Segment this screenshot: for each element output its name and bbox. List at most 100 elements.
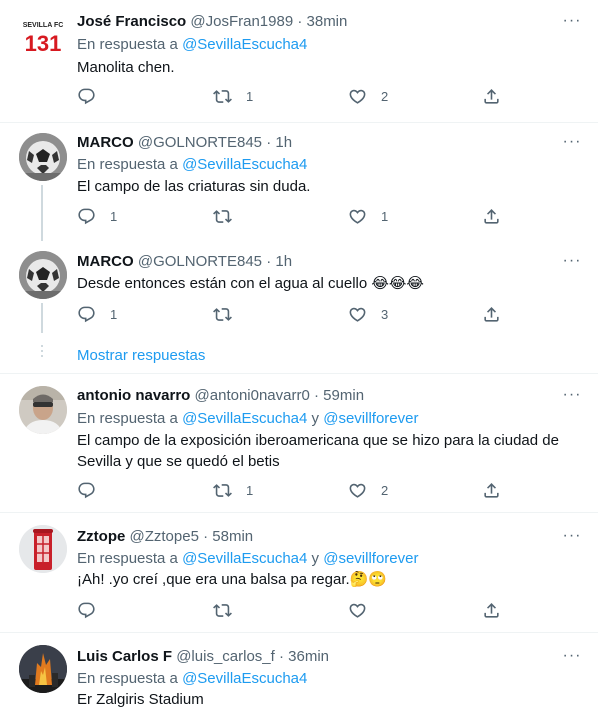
retweet-icon [213, 604, 232, 617]
reply-prefix: En respuesta a [77, 670, 178, 687]
tweet-emoji: 🤔🙄 [349, 571, 388, 588]
more-options-button[interactable]: ··· [560, 13, 584, 34]
avatar-red-phone-booth-photo[interactable] [19, 525, 67, 573]
sevilla-fc-logo-icon: SEVILLA FC 131 [23, 22, 64, 56]
tweet-text: El campo de las criaturas sin duda. [77, 178, 311, 195]
tweet-time[interactable]: · 1h [266, 134, 292, 151]
more-options-button[interactable]: ··· [560, 528, 584, 549]
reply-context: En respuesta a @SevillaEscucha4 [77, 155, 307, 175]
mention-link[interactable]: @SevillaEscucha4 [182, 156, 307, 173]
tweet-time[interactable]: · 59min [314, 387, 364, 404]
author-handle[interactable]: @GOLNORTE845 [138, 134, 262, 151]
avatar-burning-building-photo[interactable] [19, 645, 67, 693]
reply-and: y [311, 550, 320, 567]
tweet-header: José Francisco @JosFran1989 · 38min [77, 12, 347, 32]
author-name[interactable]: José Francisco [77, 13, 186, 30]
retweet-button[interactable]: 1 [213, 87, 253, 106]
tweet-emoji: 😂😂😂 [371, 275, 424, 292]
tweet-1[interactable]: SEVILLA FC 131 José Francisco @JosFran19… [0, 0, 598, 122]
mention-link[interactable]: @sevillforever [323, 410, 418, 427]
reply-and: y [311, 410, 320, 427]
retweet-button[interactable] [213, 601, 246, 620]
tweet-text-body: Desde entonces están con el agua al cuel… [77, 275, 368, 292]
mention-link[interactable]: @SevillaEscucha4 [182, 550, 307, 567]
more-options-button[interactable]: ··· [560, 648, 584, 669]
like-button[interactable]: 1 [348, 207, 388, 226]
reply-context: En respuesta a @SevillaEscucha4 y @sevil… [77, 409, 418, 429]
author-handle[interactable]: @Zztope5 [130, 528, 199, 545]
reply-button[interactable]: 1 [77, 305, 117, 324]
tweet-2[interactable]: MARCO @GOLNORTE845 · 1h ··· En respuesta… [0, 123, 598, 241]
retweet-button[interactable] [213, 207, 246, 226]
tweet-5[interactable]: Zztope @Zztope5 · 58min ··· En respuesta… [0, 513, 598, 631]
mention-link[interactable]: @SevillaEscucha4 [182, 670, 307, 687]
tweet-4[interactable]: antonio navarro @antoni0navarr0 · 59min … [0, 374, 598, 512]
tweet-header: Luis Carlos F @luis_carlos_f · 36min [77, 647, 329, 667]
avatar-man-portrait-photo[interactable] [19, 386, 67, 434]
author-handle[interactable]: @antoni0navarr0 [195, 387, 310, 404]
share-button[interactable] [482, 207, 501, 226]
reply-button[interactable]: 1 [77, 207, 117, 226]
burning-building-icon [19, 645, 67, 693]
more-options-button[interactable]: ··· [560, 387, 584, 408]
tweet-time[interactable]: · 58min [203, 528, 253, 545]
tweet-header: MARCO @GOLNORTE845 · 1h [77, 133, 292, 153]
show-replies-link[interactable]: Mostrar respuestas [77, 347, 205, 364]
reply-prefix: En respuesta a [77, 550, 178, 567]
reply-icon [78, 482, 95, 499]
like-button[interactable]: 2 [348, 481, 388, 500]
author-name[interactable]: Luis Carlos F [77, 648, 172, 665]
author-name[interactable]: MARCO [77, 134, 134, 151]
heart-icon [349, 307, 366, 322]
share-icon [484, 483, 499, 498]
retweet-count: 1 [246, 483, 254, 498]
share-button[interactable] [482, 87, 501, 106]
retweet-icon [213, 484, 232, 497]
reply-prefix: En respuesta a [77, 36, 178, 53]
author-handle[interactable]: @GOLNORTE845 [138, 253, 262, 270]
author-handle[interactable]: @luis_carlos_f [176, 648, 275, 665]
tweet-text: Manolita chen. [77, 59, 175, 76]
reply-count: 1 [110, 209, 118, 224]
author-name[interactable]: antonio navarro [77, 387, 190, 404]
reply-button[interactable] [77, 601, 110, 620]
man-portrait-icon [19, 386, 67, 434]
like-button[interactable]: 2 [348, 87, 388, 106]
tweet-time[interactable]: · 38min [297, 13, 347, 30]
tweet-text: ¡Ah! .yo creí ,que era una balsa pa rega… [77, 569, 557, 590]
author-name[interactable]: Zztope [77, 528, 125, 545]
more-options-button[interactable]: ··· [560, 253, 584, 274]
share-button[interactable] [482, 305, 501, 324]
retweet-icon [213, 308, 232, 321]
author-name[interactable]: MARCO [77, 253, 134, 270]
mention-link[interactable]: @SevillaEscucha4 [182, 410, 307, 427]
like-button[interactable] [348, 601, 381, 620]
avatar-football-ball-photo[interactable] [19, 251, 67, 299]
tweet-3[interactable]: MARCO @GOLNORTE845 · 1h ··· Desde entonc… [0, 241, 598, 333]
share-icon [484, 307, 499, 322]
share-button[interactable] [482, 601, 501, 620]
reply-button[interactable] [77, 481, 110, 500]
mention-link[interactable]: @sevillforever [323, 550, 418, 567]
tweet-header: antonio navarro @antoni0navarr0 · 59min [77, 386, 364, 406]
thread-line [41, 185, 43, 241]
retweet-icon [213, 90, 232, 103]
retweet-button[interactable]: 1 [213, 481, 253, 500]
tweet-time[interactable]: · 36min [279, 648, 329, 665]
tweet-6[interactable]: Luis Carlos F @luis_carlos_f · 36min ···… [0, 633, 598, 712]
tweet-time[interactable]: · 1h [266, 253, 292, 270]
retweet-button[interactable] [213, 305, 246, 324]
like-button[interactable]: 3 [348, 305, 388, 324]
more-options-button[interactable]: ··· [560, 134, 584, 155]
tweet-header: Zztope @Zztope5 · 58min [77, 527, 253, 547]
football-photo-icon [19, 251, 67, 299]
reply-count: 1 [110, 307, 118, 322]
avatar-sevilla-fc-logo[interactable]: SEVILLA FC 131 [19, 12, 67, 60]
tweet-text: El campo de la exposición iberoamericana… [77, 432, 559, 470]
avatar-football-ball-photo[interactable] [19, 133, 67, 181]
reply-button[interactable] [77, 87, 110, 106]
reply-prefix: En respuesta a [77, 410, 178, 427]
author-handle[interactable]: @JosFran1989 [190, 13, 293, 30]
mention-link[interactable]: @SevillaEscucha4 [182, 36, 307, 53]
share-button[interactable] [482, 481, 501, 500]
